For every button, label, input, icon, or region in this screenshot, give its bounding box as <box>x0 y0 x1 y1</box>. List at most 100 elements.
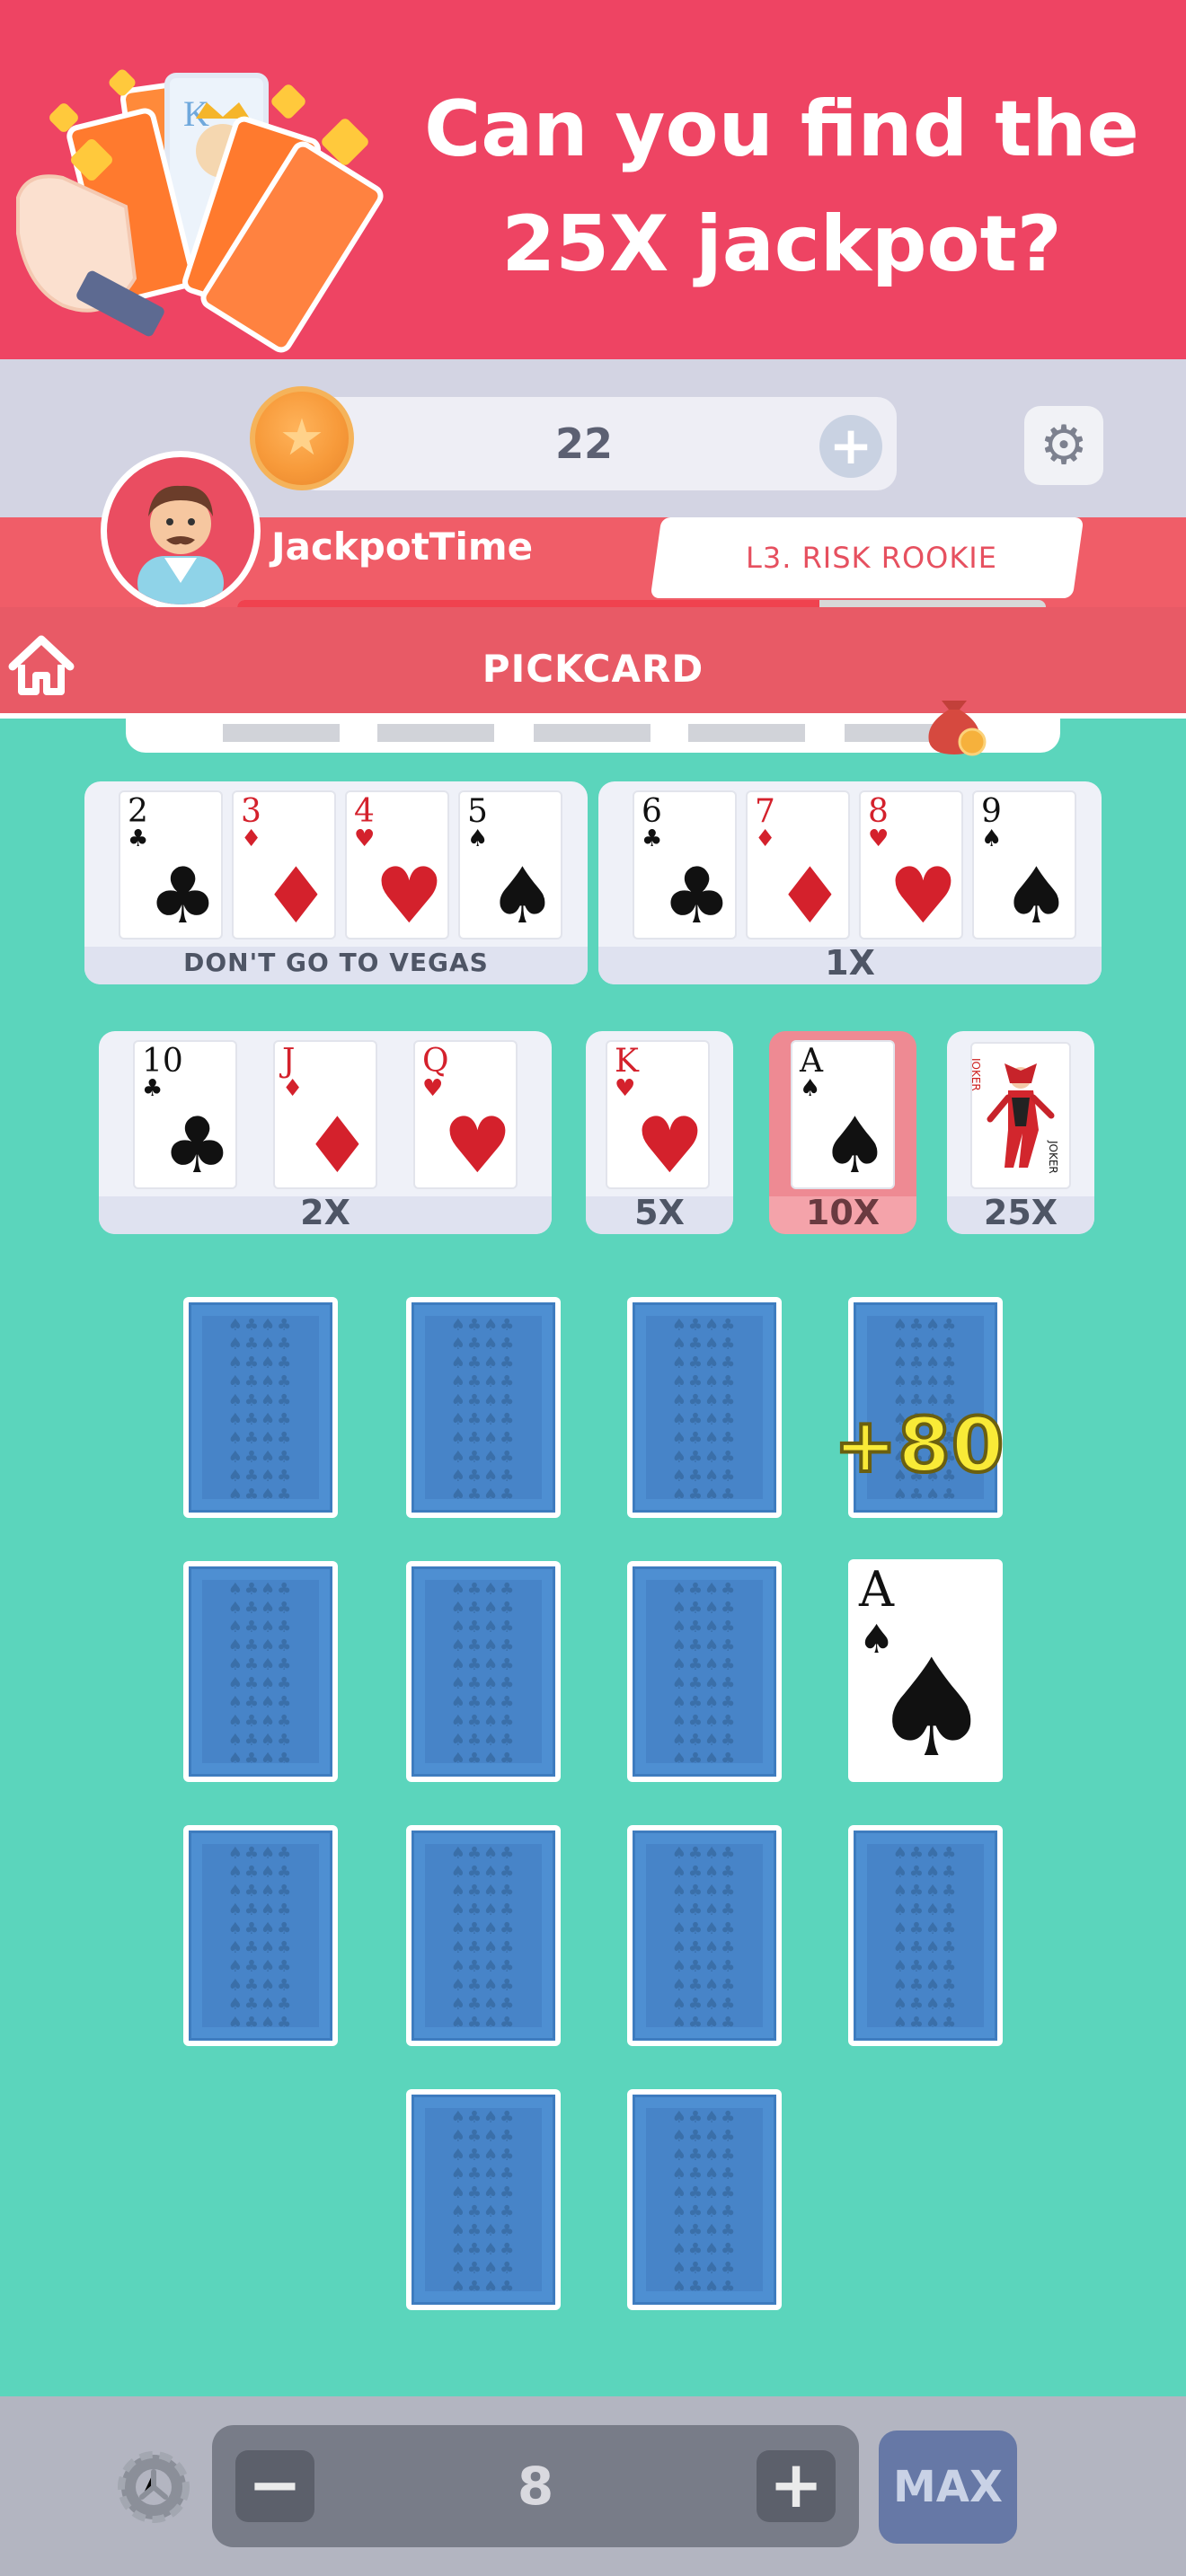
card-rank: 10 <box>142 1043 183 1080</box>
card-small-suit: ♥ <box>354 825 376 852</box>
paytable-card: 3 ♦ ♦ <box>232 790 336 940</box>
revealed-card-rank: A <box>859 1561 894 1618</box>
suit-icon: ♠ <box>487 851 557 940</box>
paytable-label: DON'T GO TO VEGAS <box>183 948 489 977</box>
face-down-card[interactable]: ♠♣♠♣ ♠♣♠♣ ♠♣♠♣ ♠♣♠♣ ♠♣♠♣ ♠♣♠♣ ♠♣♠♣ ♠♣♠♣ … <box>183 1825 338 2046</box>
add-coins-button[interactable]: + <box>819 415 882 478</box>
face-down-card[interactable]: ♠♣♠♣ ♠♣♠♣ ♠♣♠♣ ♠♣♠♣ ♠♣♠♣ ♠♣♠♣ ♠♣♠♣ ♠♣♠♣ … <box>627 1561 782 1782</box>
coin-icon: ★ <box>250 386 354 490</box>
gear-icon: ⚙ <box>1040 414 1088 477</box>
card-small-suit: ♦ <box>241 825 262 852</box>
card-rank: J <box>282 1043 296 1080</box>
tray-slot <box>534 724 651 742</box>
suit-icon: ♥ <box>888 851 958 940</box>
suit-icon: ♦ <box>774 851 845 940</box>
face-down-card[interactable]: ♠♣♠♣ ♠♣♠♣ ♠♣♠♣ ♠♣♠♣ ♠♣♠♣ ♠♣♠♣ ♠♣♠♣ ♠♣♠♣ … <box>627 1825 782 2046</box>
bet-decrease-button[interactable]: − <box>235 2450 314 2522</box>
paytable-card: A ♠ ♠ <box>791 1040 895 1189</box>
paytable-label: 10X <box>805 1193 881 1232</box>
banner-headline-line2: 25X jackpot? <box>501 199 1062 289</box>
paytable-label: 25X <box>983 1193 1058 1232</box>
spade-icon: ♠ <box>871 1631 992 1787</box>
suit-icon: ♦ <box>261 851 331 940</box>
card-small-suit: ♦ <box>282 1075 304 1102</box>
tray-slot <box>377 724 494 742</box>
card-rank: A <box>800 1043 823 1080</box>
paytable-card: K ♥ ♥ <box>606 1040 710 1189</box>
paytable-card: 6 ♣ ♣ <box>633 790 737 940</box>
card-small-suit: ♠ <box>981 825 1003 852</box>
paytable-card: 10 ♣ ♣ <box>133 1040 237 1189</box>
card-rank: K <box>615 1043 639 1080</box>
tray-slot <box>688 724 805 742</box>
card-rank: 9 <box>981 793 1002 830</box>
face-down-card[interactable]: ♠♣♠♣ ♠♣♠♣ ♠♣♠♣ ♠♣♠♣ ♠♣♠♣ ♠♣♠♣ ♠♣♠♣ ♠♣♠♣ … <box>627 1297 782 1518</box>
paytable-card: 9 ♠ ♠ <box>972 790 1076 940</box>
paytable-card: J ♦ ♦ <box>273 1040 377 1189</box>
card-small-suit: ♦ <box>755 825 776 852</box>
card-rank: 6 <box>642 793 662 830</box>
tray-slot <box>223 724 340 742</box>
paytable-card: 7 ♦ ♦ <box>746 790 850 940</box>
paytable-card: 4 ♥ ♥ <box>345 790 449 940</box>
banner-headline: Can you find the 25X jackpot? <box>422 72 1141 302</box>
face-down-card[interactable]: ♠♣♠♣ ♠♣♠♣ ♠♣♠♣ ♠♣♠♣ ♠♣♠♣ ♠♣♠♣ ♠♣♠♣ ♠♣♠♣ … <box>406 1825 561 2046</box>
suit-icon: ♥ <box>442 1101 512 1189</box>
card-rank: 7 <box>755 793 775 830</box>
card-rank: 4 <box>354 793 375 830</box>
revealed-card-ace-of-spades: A ♠ ♠ <box>848 1559 1003 1786</box>
level-label: L3. RISK ROOKIE <box>746 541 997 575</box>
card-small-suit: ♣ <box>642 825 663 852</box>
card-small-suit: ♥ <box>868 825 890 852</box>
bet-increase-button[interactable]: + <box>757 2450 836 2522</box>
face-down-card[interactable]: ♠♣♠♣ ♠♣♠♣ ♠♣♠♣ ♠♣♠♣ ♠♣♠♣ ♠♣♠♣ ♠♣♠♣ ♠♣♠♣ … <box>406 1297 561 1518</box>
suit-icon: ♥ <box>634 1101 704 1189</box>
win-amount-popup: +80 <box>832 1399 1005 1491</box>
suit-icon: ♠ <box>1001 851 1071 940</box>
card-small-suit: ♠ <box>800 1075 821 1102</box>
suit-icon: ♠ <box>819 1101 890 1189</box>
face-down-card[interactable]: ♠♣♠♣ ♠♣♠♣ ♠♣♠♣ ♠♣♠♣ ♠♣♠♣ ♠♣♠♣ ♠♣♠♣ ♠♣♠♣ … <box>848 1825 1003 2046</box>
suit-icon: ♦ <box>302 1101 372 1189</box>
paytable-label: 5X <box>634 1193 685 1232</box>
screen-title: PICKCARD <box>482 647 704 691</box>
card-rank: Q <box>422 1043 449 1080</box>
paytable-card: 8 ♥ ♥ <box>859 790 963 940</box>
svg-text:JOKER: JOKER <box>1047 1140 1059 1174</box>
card-small-suit: ♥ <box>615 1075 636 1102</box>
coin-balance: 22 <box>554 419 613 468</box>
card-rank: 2 <box>128 793 148 830</box>
settings-button[interactable]: ⚙ <box>1024 406 1103 485</box>
suit-icon: ♣ <box>162 1101 232 1189</box>
paytable-label: 1X <box>825 943 875 983</box>
card-small-suit: ♣ <box>142 1075 164 1102</box>
card-rank: 8 <box>868 793 889 830</box>
face-down-card[interactable]: ♠♣♠♣ ♠♣♠♣ ♠♣♠♣ ♠♣♠♣ ♠♣♠♣ ♠♣♠♣ ♠♣♠♣ ♠♣♠♣ … <box>406 1561 561 1782</box>
player-name: JackpotTime <box>271 525 534 569</box>
joker-icon: JOKER JOKER <box>972 1057 1059 1174</box>
svg-text:JOKER: JOKER <box>972 1057 982 1091</box>
card-rank: 3 <box>241 793 261 830</box>
face-down-card[interactable]: ♠♣♠♣ ♠♣♠♣ ♠♣♠♣ ♠♣♠♣ ♠♣♠♣ ♠♣♠♣ ♠♣♠♣ ♠♣♠♣ … <box>183 1297 338 1518</box>
max-bet-button[interactable]: MAX <box>879 2430 1017 2544</box>
autoplay-gear-icon[interactable] <box>111 2445 196 2529</box>
paytable-card: Q ♥ ♥ <box>413 1040 518 1189</box>
bet-amount: 8 <box>517 2456 554 2517</box>
card-small-suit: ♥ <box>422 1075 444 1102</box>
face-down-card[interactable]: ♠♣♠♣ ♠♣♠♣ ♠♣♠♣ ♠♣♠♣ ♠♣♠♣ ♠♣♠♣ ♠♣♠♣ ♠♣♠♣ … <box>627 2089 782 2310</box>
suit-icon: ♣ <box>661 851 731 940</box>
money-bag-icon[interactable] <box>916 681 992 756</box>
banner-headline-line1: Can you find the <box>424 84 1139 174</box>
card-small-suit: ♣ <box>128 825 149 852</box>
paytable-card: 2 ♣ ♣ <box>119 790 223 940</box>
paytable-card: 5 ♠ ♠ <box>458 790 562 940</box>
paytable-label: 2X <box>300 1193 350 1232</box>
avatar[interactable] <box>101 451 261 611</box>
card-rank: 5 <box>467 793 488 830</box>
face-down-card[interactable]: ♠♣♠♣ ♠♣♠♣ ♠♣♠♣ ♠♣♠♣ ♠♣♠♣ ♠♣♠♣ ♠♣♠♣ ♠♣♠♣ … <box>183 1561 338 1782</box>
suit-icon: ♥ <box>374 851 444 940</box>
card-small-suit: ♠ <box>467 825 489 852</box>
joker-card: JOKER JOKER <box>970 1042 1071 1189</box>
doctor-avatar-icon <box>137 485 224 604</box>
face-down-card[interactable]: ♠♣♠♣ ♠♣♠♣ ♠♣♠♣ ♠♣♠♣ ♠♣♠♣ ♠♣♠♣ ♠♣♠♣ ♠♣♠♣ … <box>406 2089 561 2310</box>
